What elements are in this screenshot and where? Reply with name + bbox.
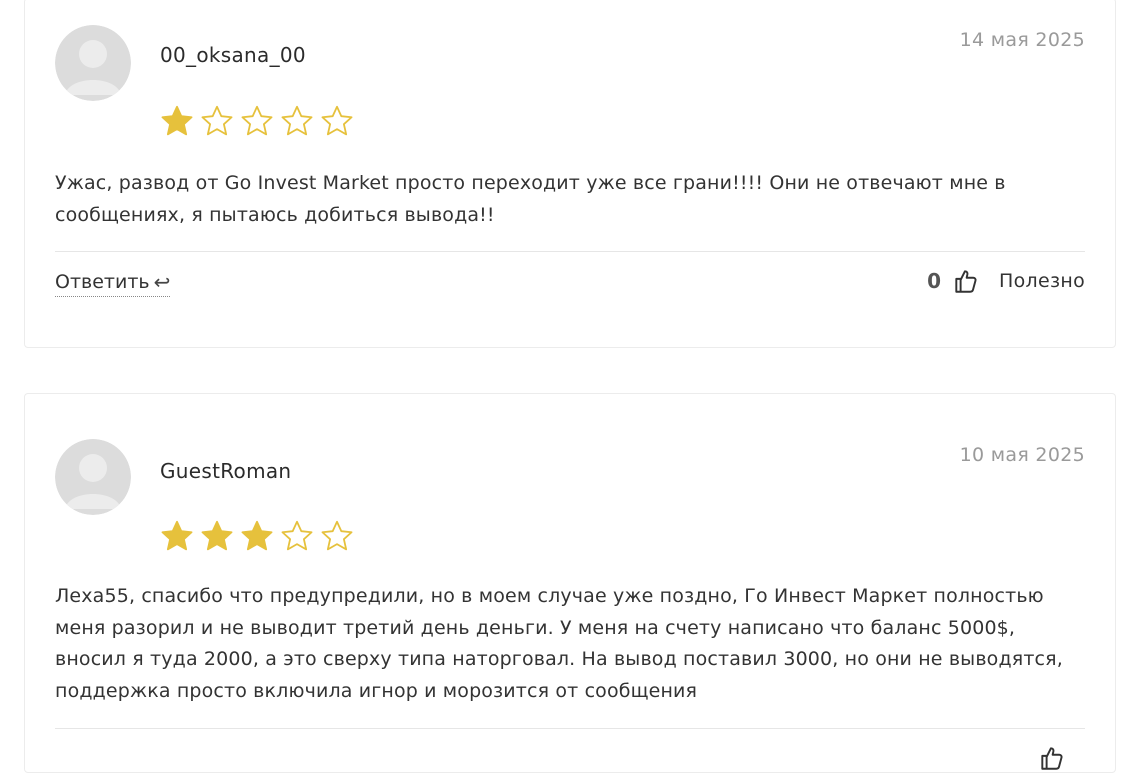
reply-button[interactable]: Ответить ↩ xyxy=(55,270,171,297)
review-text: Леха55, спасибо что предупредили, но в м… xyxy=(55,585,1063,702)
review-date: 10 мая 2025 xyxy=(959,444,1085,466)
review-text: Ужас, развод от Go Invest Market просто … xyxy=(55,172,1006,226)
avatar xyxy=(55,25,131,101)
star-filled-icon xyxy=(159,103,195,139)
divider xyxy=(55,728,1085,729)
review-date: 14 мая 2025 xyxy=(959,29,1085,51)
useful-block xyxy=(1039,744,1085,772)
star-filled-icon xyxy=(159,518,195,554)
review-card: 00_oksana_00 14 мая 2025 Ужас, развод от… xyxy=(24,0,1116,348)
thumbs-up-icon[interactable] xyxy=(953,267,979,295)
star-filled-icon xyxy=(239,518,275,554)
useful-count: 0 xyxy=(927,269,941,293)
star-filled-icon xyxy=(199,518,235,554)
reply-arrow-icon: ↩ xyxy=(153,270,171,294)
divider xyxy=(55,251,1085,252)
reply-label: Ответить xyxy=(55,271,150,293)
useful-block: 0 Полезно xyxy=(927,267,1085,295)
thumbs-up-icon[interactable] xyxy=(1039,744,1065,772)
review-author[interactable]: GuestRoman xyxy=(160,459,291,483)
rating-stars xyxy=(159,518,355,554)
useful-label[interactable]: Полезно xyxy=(999,270,1085,292)
star-empty-icon xyxy=(319,103,355,139)
star-empty-icon xyxy=(279,518,315,554)
review-author[interactable]: 00_oksana_00 xyxy=(160,43,306,67)
star-empty-icon xyxy=(319,518,355,554)
star-empty-icon xyxy=(279,103,315,139)
star-empty-icon xyxy=(239,103,275,139)
review-card: GuestRoman 10 мая 2025 Леха55, спасибо ч… xyxy=(24,393,1116,773)
rating-stars xyxy=(159,103,355,139)
star-empty-icon xyxy=(199,103,235,139)
avatar xyxy=(55,439,131,515)
